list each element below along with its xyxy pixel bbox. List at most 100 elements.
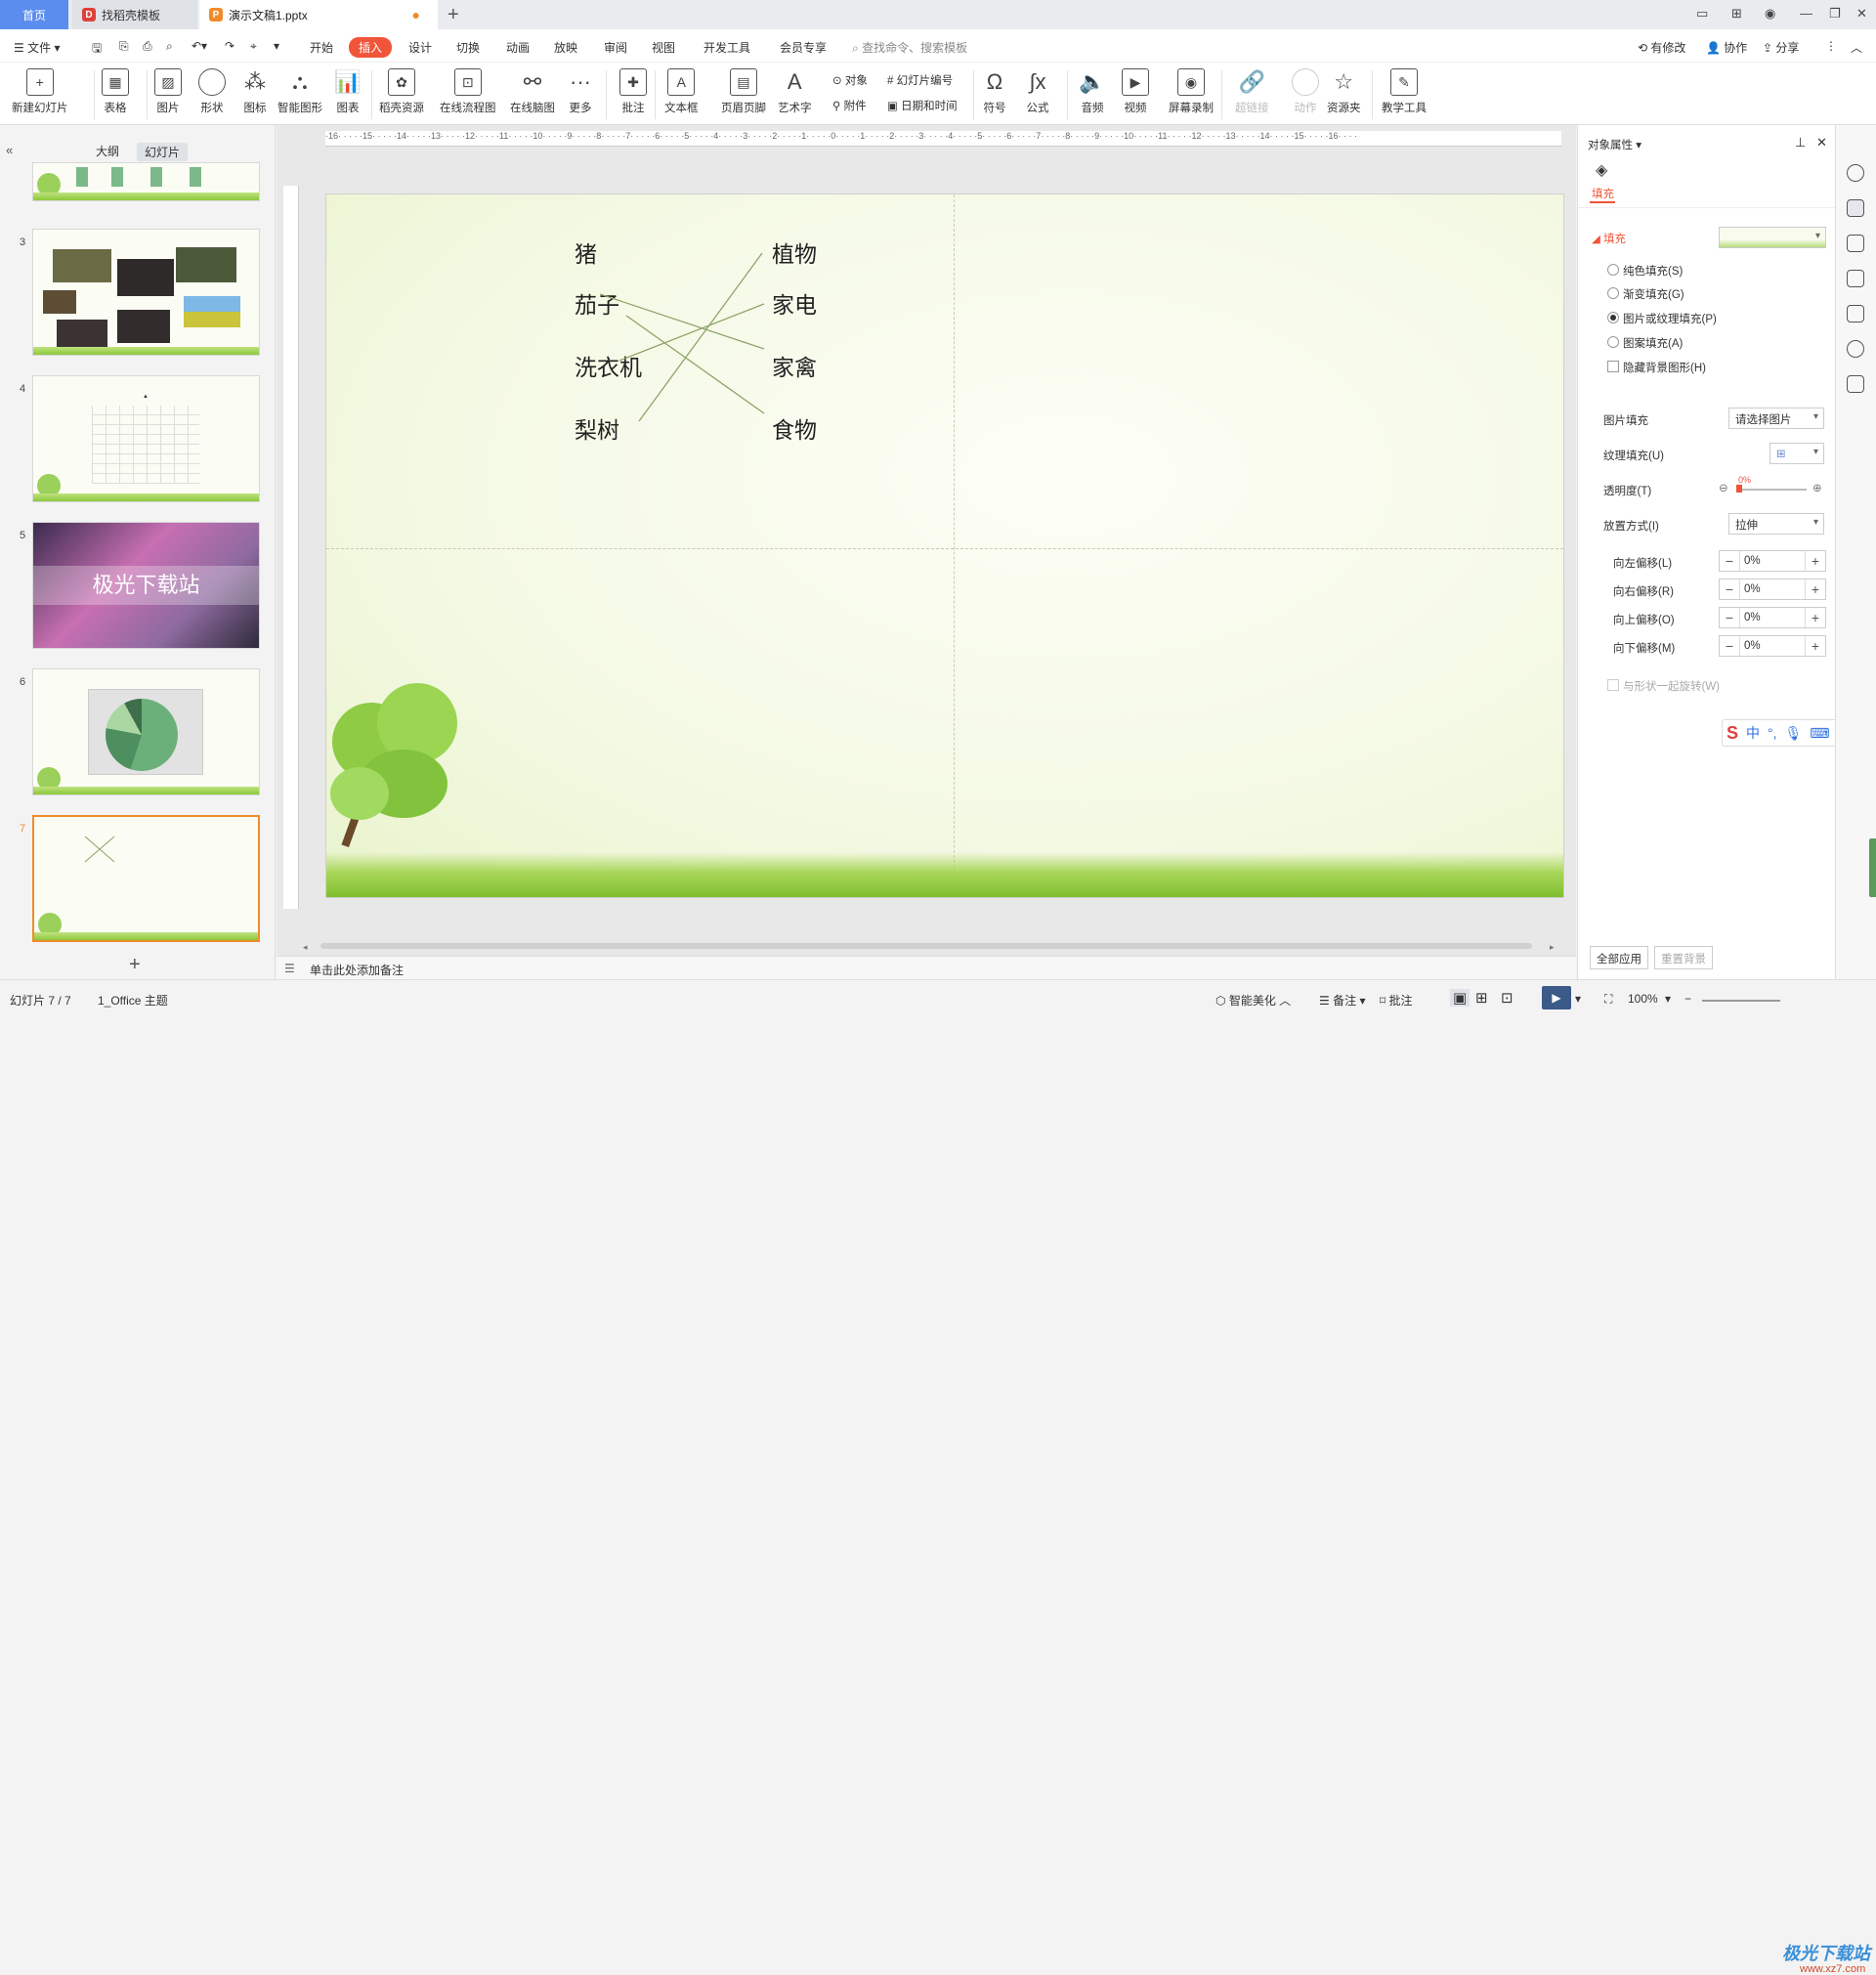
play-options-icon[interactable]: ▾ bbox=[1575, 992, 1581, 1006]
pin-icon[interactable]: ⊥ bbox=[1795, 135, 1806, 150]
menu-review[interactable]: 审阅 bbox=[604, 39, 627, 56]
solid-fill-label[interactable]: 纯色填充(S) bbox=[1623, 263, 1683, 279]
transparency-plus-icon[interactable]: ⊕ bbox=[1812, 481, 1822, 494]
chart-button[interactable]: 📊 图表 bbox=[334, 68, 362, 115]
new-slide-button[interactable]: + 新建幻灯片 bbox=[12, 68, 68, 115]
comment-button[interactable]: ✚ 批注 bbox=[619, 68, 647, 115]
save-icon[interactable]: 🖫 bbox=[92, 39, 102, 60]
redo-icon[interactable]: ↷ bbox=[225, 39, 234, 53]
scroll-right-icon[interactable]: ▸ bbox=[1550, 942, 1555, 953]
transparency-minus-icon[interactable]: ⊖ bbox=[1719, 481, 1728, 494]
fill-section-toggle[interactable]: ◢ 填充 bbox=[1592, 231, 1626, 246]
wordart-button[interactable]: A 艺术字 bbox=[778, 68, 812, 115]
slide-number-button[interactable]: # 幻灯片编号 bbox=[887, 72, 953, 88]
grid-icon[interactable]: ⊞ bbox=[1731, 6, 1742, 21]
radio-picture-fill[interactable] bbox=[1607, 312, 1619, 323]
tab-slides[interactable]: 幻灯片 bbox=[137, 143, 189, 161]
more-quick-icon[interactable]: ▾ bbox=[274, 39, 279, 53]
tab-fill[interactable]: 填充 bbox=[1592, 186, 1614, 201]
slide-thumbnail-4[interactable]: ▲ bbox=[32, 375, 260, 502]
chinese-mode-icon[interactable]: 中 bbox=[1746, 723, 1760, 743]
modified-button[interactable]: ⟲ 有修改 bbox=[1638, 39, 1685, 56]
texture-fill-dropdown[interactable]: ⊞ bbox=[1769, 443, 1824, 464]
transparency-slider[interactable] bbox=[1738, 489, 1807, 491]
placement-dropdown[interactable]: 拉伸 bbox=[1728, 513, 1824, 535]
file-menu[interactable]: ☰ 文件 ▾ bbox=[14, 39, 60, 56]
offset-up-stepper[interactable]: −0% + bbox=[1719, 607, 1826, 628]
collapse-panel-icon[interactable]: « bbox=[6, 143, 13, 157]
pattern-fill-label[interactable]: 图案填充(A) bbox=[1623, 335, 1683, 351]
docer-resources-button[interactable]: ✿ 稻壳资源 bbox=[379, 68, 424, 115]
radio-pattern-fill[interactable] bbox=[1607, 336, 1619, 348]
screen-record-button[interactable]: ◉ 屏幕录制 bbox=[1169, 68, 1214, 115]
collaborate-button[interactable]: 👤 协作 bbox=[1706, 39, 1747, 56]
menu-member[interactable]: 会员专享 bbox=[780, 39, 827, 56]
tab-document[interactable]: P 演示文稿1.pptx ● bbox=[199, 0, 438, 29]
attachment-button[interactable]: ⚲ 附件 bbox=[832, 98, 867, 113]
increment-button[interactable]: + bbox=[1806, 608, 1825, 627]
action-button[interactable]: 动作 bbox=[1292, 68, 1319, 115]
audio-button[interactable]: 🔈 音频 bbox=[1079, 68, 1106, 115]
hyperlink-button[interactable]: 🔗 超链接 bbox=[1235, 68, 1269, 115]
notes-toggle-button[interactable]: ☰ 备注 ▾ bbox=[1319, 992, 1365, 1009]
match-line[interactable] bbox=[618, 303, 765, 362]
more-button[interactable]: ··· 更多 bbox=[567, 68, 594, 115]
paint-bucket-icon[interactable]: ◈ bbox=[1596, 160, 1607, 180]
slide-thumbnail-7[interactable] bbox=[32, 815, 260, 942]
zoom-dropdown-icon[interactable]: ▾ bbox=[1665, 992, 1671, 1006]
command-search[interactable]: ⌕ 查找命令、搜索模板 bbox=[852, 39, 967, 56]
video-button[interactable]: ▶ 视频 bbox=[1122, 68, 1149, 115]
reset-background-button[interactable]: 重置背景 bbox=[1654, 946, 1713, 969]
apply-all-button[interactable]: 全部应用 bbox=[1590, 946, 1648, 969]
design-icon[interactable] bbox=[1847, 305, 1864, 322]
restore-icon[interactable]: ❐ bbox=[1829, 6, 1841, 21]
menu-transition[interactable]: 切换 bbox=[456, 39, 480, 56]
picture-fill-dropdown[interactable]: 请选择图片 bbox=[1728, 408, 1824, 429]
close-icon[interactable]: ✕ bbox=[1856, 6, 1867, 21]
play-slideshow-button[interactable]: ▶ bbox=[1542, 986, 1571, 1009]
theme-name[interactable]: 1_Office 主题 bbox=[98, 992, 168, 1009]
location-icon[interactable] bbox=[1847, 340, 1864, 358]
header-footer-button[interactable]: ▤ 页眉页脚 bbox=[721, 68, 766, 115]
menu-view[interactable]: 视图 bbox=[652, 39, 675, 56]
gradient-fill-label[interactable]: 渐变填充(G) bbox=[1623, 286, 1684, 302]
offset-left-stepper[interactable]: −0% + bbox=[1719, 550, 1826, 572]
increment-button[interactable]: + bbox=[1806, 636, 1825, 656]
slide-thumbnail-2[interactable] bbox=[32, 162, 260, 201]
fit-window-icon[interactable]: ⛶ bbox=[1604, 992, 1612, 1007]
match-line[interactable] bbox=[599, 293, 765, 350]
offset-right-stepper[interactable]: −0% + bbox=[1719, 579, 1826, 600]
radio-gradient-fill[interactable] bbox=[1607, 287, 1619, 299]
tab-home[interactable]: 首页 bbox=[0, 0, 68, 29]
hide-bg-label[interactable]: 隐藏背景图形(H) bbox=[1623, 360, 1706, 375]
scrollbar-thumb[interactable] bbox=[320, 943, 1532, 949]
date-time-button[interactable]: ▣ 日期和时间 bbox=[887, 98, 958, 113]
offset-left-value[interactable]: 0% bbox=[1739, 551, 1806, 571]
zoom-slider[interactable] bbox=[1702, 1000, 1780, 1002]
menu-developer[interactable]: 开发工具 bbox=[704, 39, 750, 56]
tab-templates[interactable]: D 找稻壳模板 bbox=[72, 0, 197, 29]
punctuation-icon[interactable]: °, bbox=[1768, 725, 1777, 741]
new-tab-button[interactable]: + bbox=[448, 4, 459, 26]
symbol-button[interactable]: Ω 符号 bbox=[981, 68, 1008, 115]
animation-icon[interactable] bbox=[1847, 235, 1864, 252]
offset-up-value[interactable]: 0% bbox=[1739, 608, 1806, 627]
notes-bar[interactable]: ☰ 单击此处添加备注 bbox=[277, 956, 1576, 979]
print-icon[interactable]: ⎙ bbox=[143, 39, 152, 54]
decrement-button[interactable]: − bbox=[1720, 551, 1739, 571]
book-icon[interactable] bbox=[1847, 375, 1864, 393]
hide-bg-checkbox[interactable] bbox=[1607, 361, 1619, 372]
preview-icon[interactable]: ⌕ bbox=[166, 39, 173, 54]
menu-insert[interactable]: 插入 bbox=[349, 37, 393, 58]
slide-thumbnail-6[interactable] bbox=[32, 668, 260, 795]
add-slide-button[interactable]: + bbox=[129, 954, 141, 976]
teaching-tools-button[interactable]: ✎ 教学工具 bbox=[1382, 68, 1427, 115]
menu-animation[interactable]: 动画 bbox=[506, 39, 530, 56]
tab-outline[interactable]: 大纲 bbox=[96, 143, 119, 159]
shape-button[interactable]: 形状 bbox=[198, 68, 226, 115]
smart-beautify-button[interactable]: ⬡ 智能美化 ︿ bbox=[1215, 992, 1291, 1009]
slide-thumbnail-3[interactable] bbox=[32, 229, 260, 356]
properties-icon[interactable] bbox=[1847, 199, 1864, 217]
transparency-slider-thumb[interactable] bbox=[1736, 485, 1742, 493]
layout-icon[interactable]: ▭ bbox=[1696, 6, 1708, 21]
